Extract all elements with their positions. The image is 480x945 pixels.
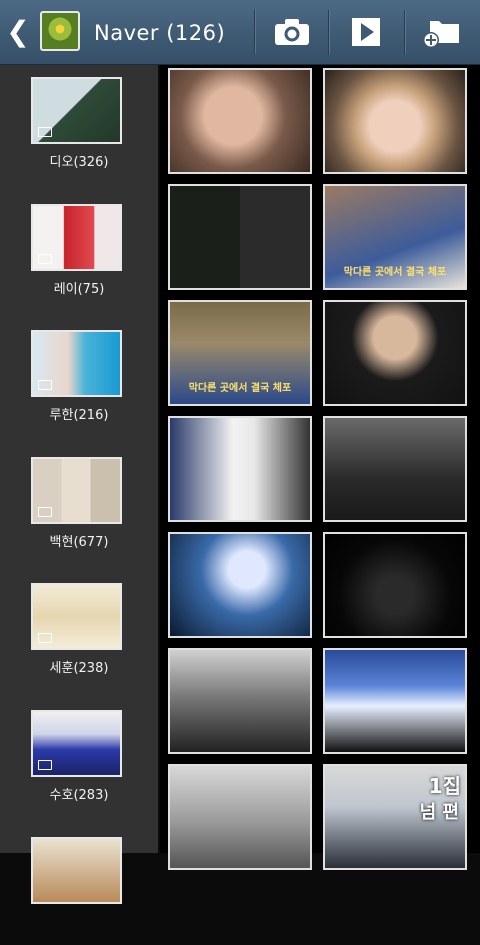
divider — [254, 10, 255, 54]
photo-thumbnail[interactable]: 1집 넘 편 — [323, 764, 467, 870]
photo-thumbnail[interactable] — [323, 648, 467, 754]
album-label: 디오(326) — [49, 155, 109, 170]
album-label: 수호(283) — [49, 788, 109, 803]
photo-thumbnail[interactable] — [168, 648, 312, 754]
photo-grid[interactable]: 막다른 곳에서 결국 체포 막다른 곳에서 결국 체포 1집 넘 편 — [160, 65, 480, 870]
photo-thumbnail[interactable] — [323, 300, 467, 406]
album-item-do[interactable]: 디오(326) — [0, 65, 158, 185]
album-label: 레이(75) — [53, 282, 105, 297]
album-item-luhan[interactable]: 루한(216) — [0, 318, 158, 438]
photo-badge: 1집 — [428, 774, 461, 798]
album-title: Naver (126) — [94, 21, 226, 45]
album-thumbnail — [31, 204, 122, 271]
divider — [404, 10, 405, 54]
album-thumbnail — [31, 583, 122, 650]
folder-icon — [38, 507, 52, 517]
folder-icon — [38, 633, 52, 643]
album-item-lay[interactable]: 레이(75) — [0, 192, 158, 312]
photo-thumbnail[interactable] — [168, 416, 312, 522]
album-thumbnail — [31, 330, 122, 397]
album-item-partial[interactable] — [0, 825, 158, 945]
album-thumbnail — [31, 77, 122, 144]
album-thumbnail — [31, 457, 122, 524]
photo-caption: 막다른 곳에서 결국 체포 — [343, 267, 447, 278]
photo-thumbnail[interactable] — [168, 532, 312, 638]
photo-thumbnail[interactable] — [323, 416, 467, 522]
album-item-suho[interactable]: 수호(283) — [0, 698, 158, 818]
photo-thumbnail[interactable]: 막다른 곳에서 결국 체포 — [323, 184, 467, 290]
camera-icon — [275, 19, 309, 45]
divider — [328, 10, 329, 54]
play-icon — [352, 18, 380, 46]
album-cover-icon[interactable] — [40, 11, 80, 51]
album-thumbnail — [31, 710, 122, 777]
folder-icon — [38, 127, 52, 137]
photo-badge: 넘 편 — [419, 802, 459, 823]
album-item-sehun[interactable]: 세훈(238) — [0, 571, 158, 691]
folder-icon — [38, 380, 52, 390]
folder-icon — [38, 760, 52, 770]
photo-thumbnail[interactable] — [323, 68, 467, 174]
photo-thumbnail[interactable] — [168, 764, 312, 870]
back-button[interactable]: ❮ — [6, 16, 30, 48]
album-thumbnail — [31, 837, 122, 904]
photo-thumbnail[interactable] — [323, 532, 467, 638]
album-label: 백현(677) — [49, 535, 109, 550]
album-list[interactable]: 디오(326) 레이(75) 루한(216) 백현(677) 세훈(238) 수… — [0, 65, 158, 904]
photo-thumbnail[interactable]: 막다른 곳에서 결국 체포 — [168, 300, 312, 406]
chevron-left-icon: ❮ — [6, 15, 30, 48]
action-bar: ❮ Naver (126) — [0, 0, 480, 65]
folder-icon — [38, 254, 52, 264]
album-item-baekhyun[interactable]: 백현(677) — [0, 445, 158, 565]
photo-thumbnail[interactable] — [168, 68, 312, 174]
slideshow-button[interactable] — [332, 8, 400, 56]
folder-add-icon — [423, 21, 459, 48]
new-album-button[interactable] — [408, 8, 476, 56]
album-label: 세훈(238) — [49, 661, 109, 676]
photo-thumbnail[interactable] — [168, 184, 312, 290]
album-label: 루한(216) — [49, 408, 109, 423]
camera-button[interactable] — [258, 8, 326, 56]
photo-caption: 막다른 곳에서 결국 체포 — [188, 383, 292, 394]
